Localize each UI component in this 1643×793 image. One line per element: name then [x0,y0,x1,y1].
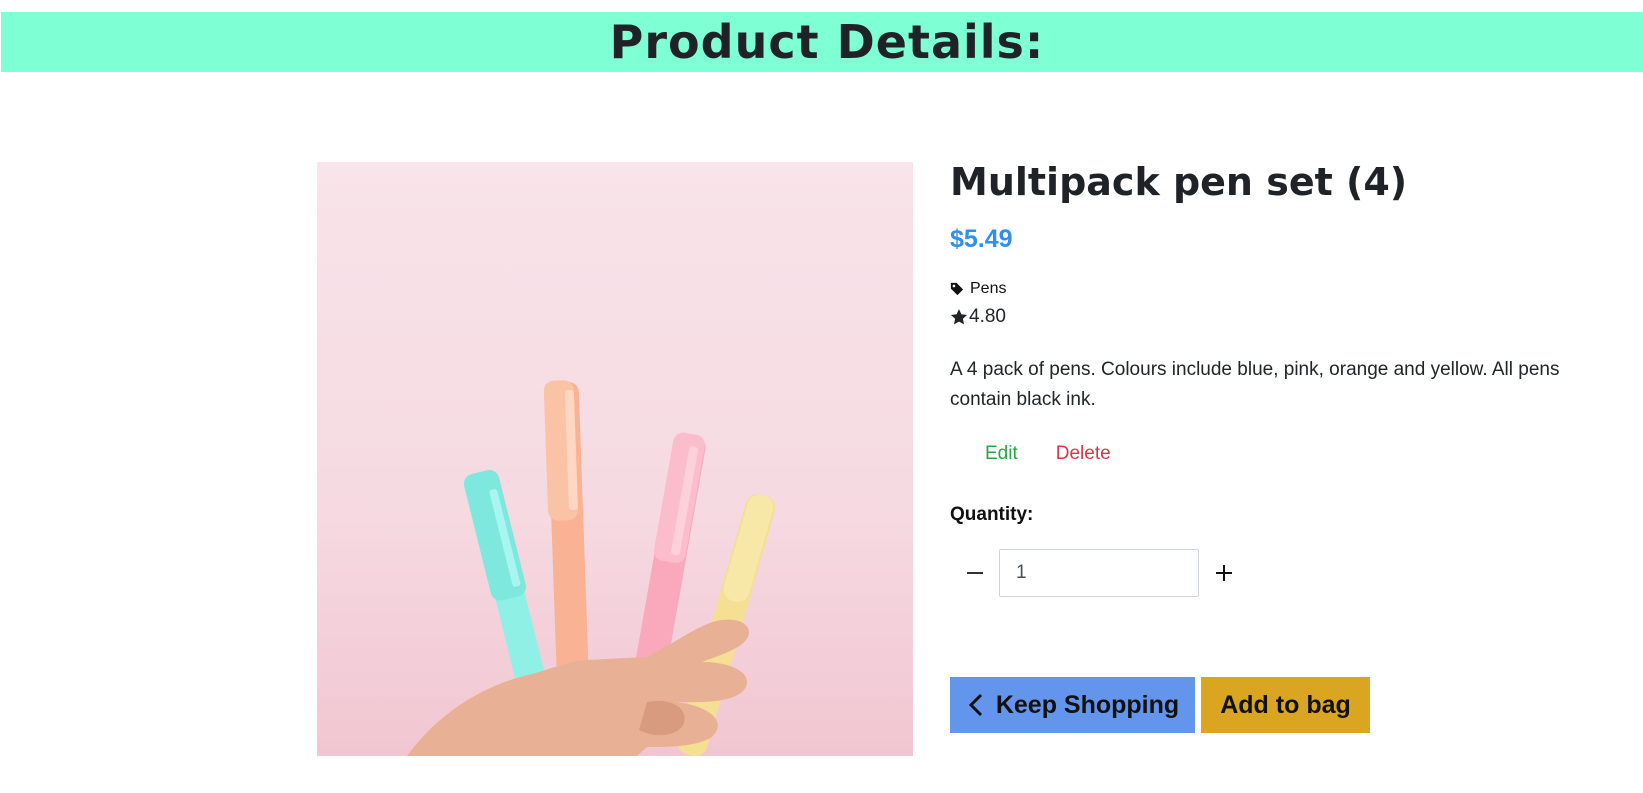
chevron-left-icon [968,693,982,717]
plus-icon [1215,565,1232,581]
keep-shopping-label: Keep Shopping [995,690,1180,719]
product-image [317,162,913,756]
purchase-actions: Keep Shopping Add to bag [950,677,1370,733]
edit-link[interactable]: Edit [985,443,1018,465]
product-rating: 4.80 [950,306,1006,328]
increment-button[interactable] [1199,549,1248,597]
rating-value: 4.80 [969,306,1006,327]
tag-icon [950,282,964,296]
product-price: $5.49 [950,225,1013,253]
product-category[interactable]: Pens [950,280,1006,298]
product-description: A 4 pack of pens. Colours include blue, … [950,359,1560,410]
page-header-banner: Product Details: [1,12,1643,72]
star-icon [950,309,968,325]
admin-actions: Edit Delete [985,443,1111,465]
keep-shopping-button[interactable]: Keep Shopping [950,677,1195,733]
decrement-button[interactable] [950,549,999,597]
minus-icon [966,572,983,574]
quantity-input[interactable] [999,549,1199,597]
delete-link[interactable]: Delete [1056,443,1111,465]
product-name: Multipack pen set (4) [950,160,1408,204]
quantity-stepper [950,549,1248,597]
product-photo-illustration [407,380,776,756]
add-to-bag-button[interactable]: Add to bag [1201,677,1370,733]
category-label: Pens [970,280,1007,297]
quantity-label: Quantity: [950,504,1034,525]
page-title: Product Details: [609,15,1045,69]
